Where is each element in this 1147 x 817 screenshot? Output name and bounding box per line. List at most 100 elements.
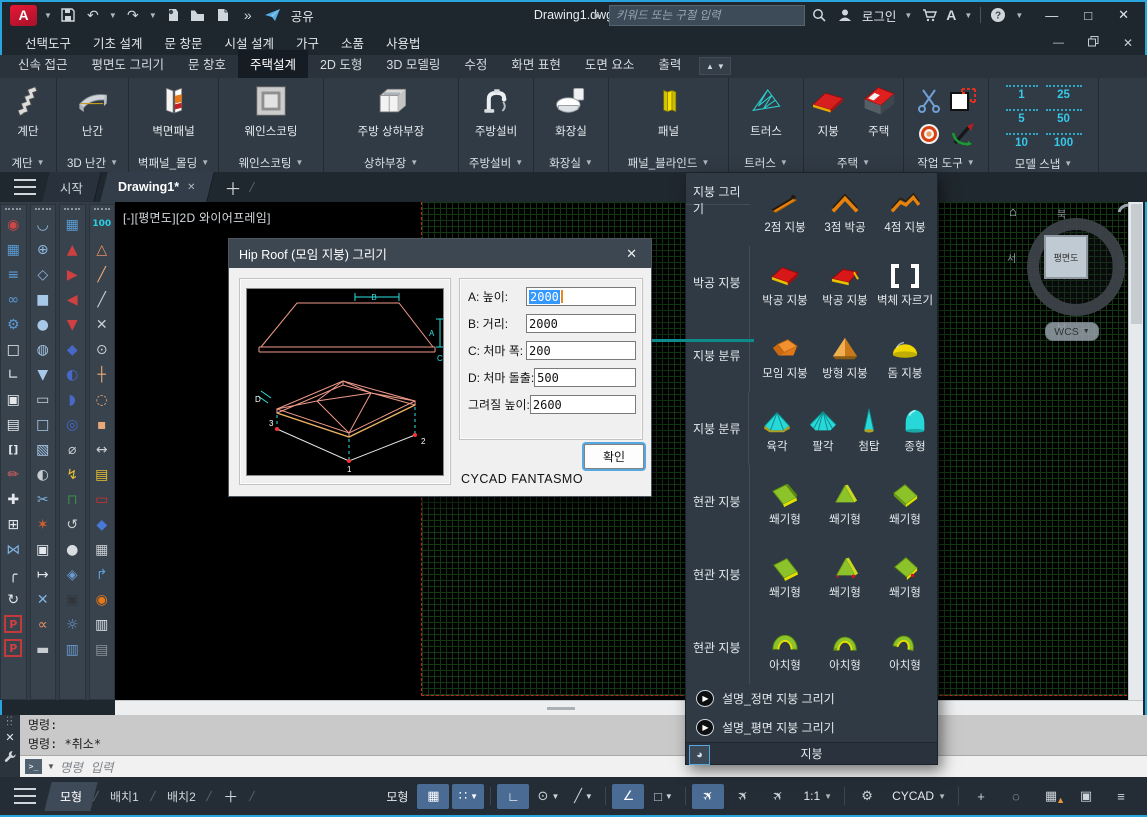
plot-icon[interactable] — [164, 7, 182, 23]
draworder-back-icon[interactable]: ▶ — [61, 262, 83, 287]
help-icon[interactable]: ? — [989, 7, 1007, 23]
node-ring-icon[interactable]: ◌ — [91, 387, 113, 412]
ribbon-button-stairs[interactable]: 계단 — [0, 81, 56, 139]
wedge-roof-5-button[interactable]: 쐐기형 — [816, 549, 874, 600]
wedge-roof-3-button[interactable]: 쐐기형 — [876, 476, 934, 527]
model-snap-value[interactable]: 50 — [1046, 109, 1082, 131]
model-snap-value[interactable]: 5 — [1006, 109, 1038, 131]
swirl-icon[interactable]: ◎ — [61, 412, 83, 437]
field-input[interactable]: 2600 — [530, 395, 636, 414]
dim-tool-icon[interactable]: ↔ — [91, 437, 113, 462]
viewcube-home-icon[interactable]: ⌂ — [1009, 204, 1017, 219]
flyout-help-link[interactable]: ▶설명_정면 지붕 그리기 — [686, 684, 937, 713]
section-symbol-icon[interactable]: ≡ — [2, 262, 24, 287]
wrench-icon[interactable] — [4, 750, 17, 768]
document-tab[interactable]: Drawing1*✕ — [100, 172, 214, 202]
viewport-label[interactable]: [-][평면도][2D 와이어프레임] — [123, 209, 271, 226]
ribbon-tab[interactable]: 2D 도형 — [308, 50, 374, 78]
compass-west-label[interactable]: 서 — [1007, 250, 1016, 265]
hex-roof-button[interactable]: 육각 — [755, 403, 799, 454]
search-icon[interactable] — [810, 7, 828, 23]
scissors-small-icon[interactable]: ✂ — [32, 487, 54, 512]
more-tools-icon[interactable]: » — [239, 7, 257, 23]
ribbon-button-house[interactable]: 주택 — [855, 81, 904, 139]
clip-frame-icon[interactable]: ▣ — [32, 537, 54, 562]
customization-menu[interactable]: ≡ — [1105, 784, 1137, 809]
ribbon-panel-footer[interactable]: 계단▼ — [0, 153, 56, 172]
p-marker-icon[interactable]: P — [4, 615, 22, 633]
gable-roof-2-button[interactable]: 박공 지붕 — [816, 257, 874, 308]
rect-outline-icon[interactable]: □ — [2, 337, 24, 362]
trim-lines-icon[interactable]: ✕ — [32, 587, 54, 612]
draworder-under-icon[interactable]: ▼ — [61, 312, 83, 337]
autodesk-caret-icon[interactable]: ▼ — [964, 11, 972, 20]
command-close-icon[interactable]: ✕ — [5, 731, 14, 744]
otrack-toggle[interactable]: ∠ — [612, 784, 644, 809]
app-store-cart-icon[interactable] — [920, 7, 938, 23]
ribbon-button-railing[interactable]: 난간 — [57, 81, 128, 139]
rotate-arc-icon[interactable]: ↻ — [2, 587, 24, 612]
minimize-button[interactable]: — — [1045, 8, 1058, 23]
scissors-icon[interactable] — [916, 87, 942, 118]
model-space-button[interactable]: 모형 — [380, 784, 414, 809]
window-grid-icon[interactable]: ▦ — [61, 212, 83, 237]
polygon-tool-icon[interactable]: ◇ — [32, 262, 54, 287]
half-sphere-icon[interactable]: ◐ — [61, 362, 83, 387]
field-input[interactable]: 2000 — [526, 314, 636, 333]
view-cube[interactable]: 평면도 북 남 서 동 ⌂ ▼ — [1013, 210, 1131, 328]
horizontal-scrollbar[interactable] — [115, 700, 1143, 715]
tab-close-icon[interactable]: ✕ — [187, 182, 195, 193]
eraser-icon[interactable]: ✏ — [2, 462, 24, 487]
palette-drag-handle[interactable] — [5, 208, 21, 210]
ribbon-tab[interactable]: 3D 모델링 — [374, 50, 452, 78]
ribbon-button-wainscoting[interactable]: 웨인스코팅 — [219, 81, 323, 139]
login-button[interactable]: 로그인 — [862, 6, 897, 25]
draworder-front-icon[interactable]: ▲ — [61, 237, 83, 262]
oct-roof-button[interactable]: 팔각 — [801, 403, 845, 454]
search-input[interactable]: 키워드 또는 구절 입력 — [609, 5, 805, 26]
autodesk-a-icon[interactable]: A — [946, 7, 956, 23]
sweep-tool-icon[interactable] — [949, 121, 977, 152]
snap-100-icon[interactable]: 100 — [91, 212, 113, 237]
slab-3d-icon[interactable]: ▭ — [32, 387, 54, 412]
help-caret-icon[interactable]: ▼ — [1015, 11, 1023, 20]
model-snap-value[interactable]: 1 — [1006, 85, 1038, 107]
move-cross-icon[interactable]: ✚ — [2, 487, 24, 512]
cube-3d-icon[interactable]: □ — [32, 412, 54, 437]
new-sheet-icon[interactable] — [214, 7, 232, 23]
command-history[interactable]: 명령: 명령: *취소* — [20, 715, 1147, 755]
arc-tool-icon[interactable]: ◡ — [32, 212, 54, 237]
share-label[interactable]: 공유 — [291, 6, 314, 25]
copy-view-icon[interactable]: ▥ — [61, 637, 83, 662]
field-input[interactable]: 200 — [526, 341, 636, 360]
palette-drag-handle[interactable] — [64, 208, 80, 210]
ruler-icon[interactable]: ▤ — [91, 462, 113, 487]
crosshair-tool[interactable]: + — [965, 784, 997, 809]
union-3d-icon[interactable]: ▧ — [32, 437, 54, 462]
doc-close-button[interactable]: ✕ — [1123, 36, 1133, 50]
ribbon-panel-footer[interactable]: 화장실▼ — [534, 153, 608, 172]
ribbon-panel-footer[interactable]: 3D 난간▼ — [57, 153, 128, 172]
user-icon[interactable] — [836, 7, 854, 23]
center-circle-icon[interactable]: ⊙ — [91, 337, 113, 362]
share-plane-icon[interactable] — [264, 7, 282, 23]
wedge-roof-2-button[interactable]: 쐐기형 — [816, 476, 874, 527]
fillet-arc-icon[interactable]: ╭ — [2, 562, 24, 587]
gable-roof-button[interactable]: 박공 지붕 — [756, 257, 814, 308]
ribbon-tab[interactable]: 수정 — [452, 50, 499, 78]
model-snap-value[interactable]: 10 — [1006, 133, 1038, 155]
export-arrow-icon[interactable]: ↱ — [91, 562, 113, 587]
new-drawing-button[interactable]: ＋ — [225, 175, 242, 200]
hardware-acceleration[interactable]: ▦▲ — [1035, 784, 1067, 809]
ribbon-tab[interactable]: 문 창호 — [176, 50, 238, 78]
circle-tool-icon[interactable]: ⊕ — [32, 237, 54, 262]
dialog-close-icon[interactable]: ✕ — [622, 246, 641, 262]
annotation-auto-scale[interactable]: ✈ — [727, 784, 759, 809]
ribbon-panel-footer[interactable]: 주방설비▼ — [459, 153, 533, 172]
isolate-objects[interactable]: ◌ — [1000, 784, 1032, 809]
search-expand-icon[interactable]: ▶ — [595, 11, 601, 20]
ortho-toggle[interactable]: ∟ — [497, 784, 529, 809]
ribbon-collapse-button[interactable]: ▲▼ — [699, 57, 731, 75]
ok-button[interactable]: 확인 — [584, 444, 644, 469]
ribbon-tab[interactable]: 주택설계 — [238, 50, 308, 78]
